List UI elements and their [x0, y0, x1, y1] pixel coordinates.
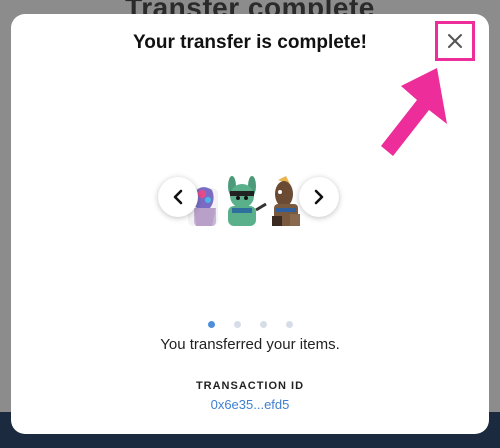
carousel-pagination: [11, 321, 489, 328]
nft-item-2: [228, 176, 267, 226]
transfer-message: You transferred your items.: [160, 336, 340, 353]
transaction-id-link[interactable]: 0x6e35...efd5: [11, 397, 489, 412]
close-icon: [448, 34, 462, 48]
nft-item-3: [272, 176, 300, 226]
chevron-left-icon: [173, 189, 183, 205]
close-button[interactable]: [435, 21, 475, 61]
carousel-dot[interactable]: [233, 321, 241, 328]
carousel-dot[interactable]: [259, 321, 267, 328]
page: Transfer complete Your transfer is compl…: [0, 0, 500, 448]
nft-carousel: [156, 174, 346, 226]
modal-title: Your transfer is complete!: [132, 32, 368, 53]
transfer-complete-modal: Your transfer is complete! You transferr…: [11, 14, 489, 434]
carousel-prev-button[interactable]: [158, 177, 198, 217]
arrow-up-right-icon: [381, 68, 447, 156]
carousel-dot[interactable]: [285, 321, 293, 328]
nft-item-images: [188, 176, 300, 226]
carousel-dot[interactable]: [207, 321, 215, 328]
carousel-next-button[interactable]: [299, 177, 339, 217]
chevron-right-icon: [314, 189, 324, 205]
transaction-id-label: TRANSACTION ID: [195, 380, 305, 392]
